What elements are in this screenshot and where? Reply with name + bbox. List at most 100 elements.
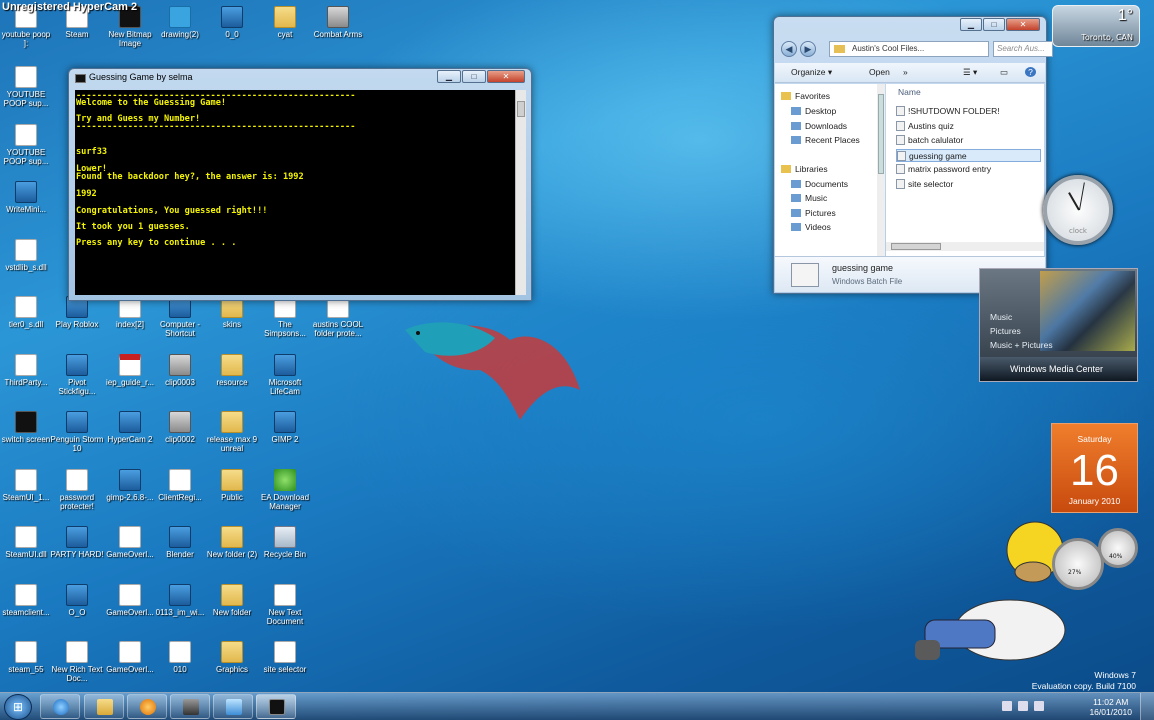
desktop-icon[interactable]: New Text Document xyxy=(258,584,312,626)
desktop-icon[interactable]: Microsoft LifeCam xyxy=(258,354,312,396)
desktop-icon[interactable]: PARTY HARD! xyxy=(50,526,104,559)
media-center-title[interactable]: Windows Media Center xyxy=(980,357,1137,381)
desktop-icon[interactable]: Combat Arms xyxy=(311,6,365,39)
scroll-thumb[interactable] xyxy=(878,94,884,174)
tray-clock[interactable]: 11:02 AM 16/01/2010 xyxy=(1089,697,1132,717)
nav-libraries[interactable]: Libraries xyxy=(781,163,828,175)
console-titlebar[interactable]: Guessing Game by selma ▁ □ ✕ xyxy=(69,69,531,89)
file-item[interactable]: site selector xyxy=(896,178,1041,191)
file-item[interactable]: Austins quiz xyxy=(896,120,1041,133)
back-icon[interactable]: ◀ xyxy=(781,41,797,57)
address-bar[interactable]: Austin's Cool Files... xyxy=(829,41,989,57)
file-item-selected[interactable]: guessing game xyxy=(896,149,1041,162)
console-output[interactable]: ----------------------------------------… xyxy=(75,90,515,295)
nav-desktop[interactable]: Desktop xyxy=(791,105,836,117)
desktop-icon[interactable]: GameOverl... xyxy=(103,584,157,617)
tray-volume-icon[interactable] xyxy=(1034,701,1044,711)
preview-pane-icon[interactable]: ▭ xyxy=(1000,67,1008,78)
nav-documents[interactable]: Documents xyxy=(791,178,848,190)
desktop-icon[interactable]: New Rich Text Doc... xyxy=(50,641,104,683)
desktop-icon[interactable]: 0113_im_wi... xyxy=(153,584,207,617)
media-item-pictures[interactable]: Pictures xyxy=(990,326,1021,336)
desktop-icon[interactable]: O_O xyxy=(50,584,104,617)
start-button[interactable]: ⊞ xyxy=(4,694,32,720)
nav-videos[interactable]: Videos xyxy=(791,221,831,233)
maximize-button[interactable]: □ xyxy=(462,70,486,83)
desktop-icon[interactable]: iep_guide_r... xyxy=(103,354,157,387)
minimize-button[interactable]: ▁ xyxy=(437,70,461,83)
desktop-icon[interactable]: EA Download Manager xyxy=(258,469,312,511)
more-button[interactable]: » xyxy=(903,67,908,77)
console-window[interactable]: Guessing Game by selma ▁ □ ✕ -----------… xyxy=(68,68,532,301)
desktop-icon[interactable]: ThirdParty... xyxy=(0,354,53,387)
open-button[interactable]: Open xyxy=(869,67,890,77)
desktop-icon[interactable]: steamclient... xyxy=(0,584,53,617)
nav-downloads[interactable]: Downloads xyxy=(791,120,847,132)
media-center-gadget[interactable]: Music Pictures Music + Pictures Windows … xyxy=(979,268,1138,382)
desktop-icon[interactable]: vstdlib_s.dll xyxy=(0,239,53,272)
taskbar-combat-arms[interactable] xyxy=(170,694,210,719)
tray-flag-icon[interactable] xyxy=(1002,701,1012,711)
tray-network-icon[interactable] xyxy=(1018,701,1028,711)
calendar-gadget[interactable]: Saturday 16 January 2010 xyxy=(1051,423,1138,513)
desktop-icon[interactable]: drawing(2) xyxy=(153,6,207,39)
show-desktop-button[interactable] xyxy=(1140,693,1154,720)
desktop-icon[interactable]: GameOverl... xyxy=(103,641,157,674)
desktop-icon[interactable]: austins COOL folder prote... xyxy=(311,296,365,338)
desktop-icon[interactable]: clip0003 xyxy=(153,354,207,387)
views-icon[interactable]: ☰ ▾ xyxy=(963,67,977,78)
close-button[interactable]: ✕ xyxy=(487,70,525,83)
file-item[interactable]: batch calulator xyxy=(896,134,1041,147)
minimize-button[interactable]: ▁ xyxy=(960,18,982,31)
file-item[interactable]: !SHUTDOWN FOLDER! xyxy=(896,105,1041,118)
explorer-window[interactable]: ▁ □ ✕ ◀ ▶ Austin's Cool Files... Search … xyxy=(773,16,1053,294)
desktop-icon[interactable]: Public xyxy=(205,469,259,502)
cpu-meter-gadget[interactable]: 27% 40% xyxy=(1052,528,1140,590)
scroll-thumb[interactable] xyxy=(891,243,941,250)
desktop-icon[interactable]: GameOverl... xyxy=(103,526,157,559)
nav-favorites[interactable]: Favorites xyxy=(781,90,830,102)
nav-pictures[interactable]: Pictures xyxy=(791,207,836,219)
taskbar-console[interactable] xyxy=(256,694,296,719)
console-scrollbar[interactable] xyxy=(515,90,526,295)
desktop-icon[interactable]: switch screen xyxy=(0,411,53,444)
desktop-icon[interactable]: Blender xyxy=(153,526,207,559)
desktop-icon[interactable]: YOUTUBE POOP sup... xyxy=(0,124,53,166)
maximize-button[interactable]: □ xyxy=(983,18,1005,31)
desktop-icon[interactable]: steam_55 xyxy=(0,641,53,674)
horizontal-scrollbar[interactable] xyxy=(886,242,1044,251)
close-button[interactable]: ✕ xyxy=(1006,18,1040,31)
desktop-icon[interactable]: resource xyxy=(205,354,259,387)
forward-icon[interactable]: ▶ xyxy=(800,41,816,57)
desktop-icon[interactable]: cyat xyxy=(258,6,312,39)
desktop-icon[interactable]: YOUTUBE POOP sup... xyxy=(0,66,53,108)
nav-music[interactable]: Music xyxy=(791,192,827,204)
nav-recent-places[interactable]: Recent Places xyxy=(791,134,860,146)
help-icon[interactable]: ? xyxy=(1025,67,1036,77)
desktop-icon[interactable]: site selector xyxy=(258,641,312,674)
desktop-icon[interactable]: WriteMini... xyxy=(0,181,53,214)
desktop-icon[interactable]: ClientRegi... xyxy=(153,469,207,502)
taskbar-explorer[interactable] xyxy=(84,694,124,719)
taskbar-switch[interactable] xyxy=(213,694,253,719)
desktop-icon[interactable]: New folder (2) xyxy=(205,526,259,559)
clock-gadget[interactable]: clock xyxy=(1043,175,1113,260)
desktop-icon[interactable]: Pivot Stickfigu... xyxy=(50,354,104,396)
desktop-icon[interactable]: SteamUI.dll xyxy=(0,526,53,559)
desktop-icon[interactable]: New folder xyxy=(205,584,259,617)
desktop-icon[interactable]: Penguin Storm 10 xyxy=(50,411,104,453)
desktop-icon[interactable]: clip0002 xyxy=(153,411,207,444)
desktop-icon[interactable]: gimp-2.6.8-... xyxy=(103,469,157,502)
column-header-name[interactable]: Name xyxy=(898,87,921,97)
desktop-icon[interactable]: SteamUI_1... xyxy=(0,469,53,502)
desktop-icon[interactable]: tier0_s.dll xyxy=(0,296,53,329)
desktop-icon[interactable]: Recycle Bin xyxy=(258,526,312,559)
desktop-icon[interactable]: release max 9 unreal xyxy=(205,411,259,453)
scroll-thumb[interactable] xyxy=(517,101,525,117)
organize-button[interactable]: Organize ▾ xyxy=(791,67,832,78)
desktop-icon[interactable]: GIMP 2 xyxy=(258,411,312,444)
media-item-music[interactable]: Music xyxy=(990,312,1012,322)
desktop-icon[interactable]: 010 xyxy=(153,641,207,674)
media-item-music-pictures[interactable]: Music + Pictures xyxy=(990,340,1053,350)
desktop-icon[interactable]: 0_0 xyxy=(205,6,259,39)
